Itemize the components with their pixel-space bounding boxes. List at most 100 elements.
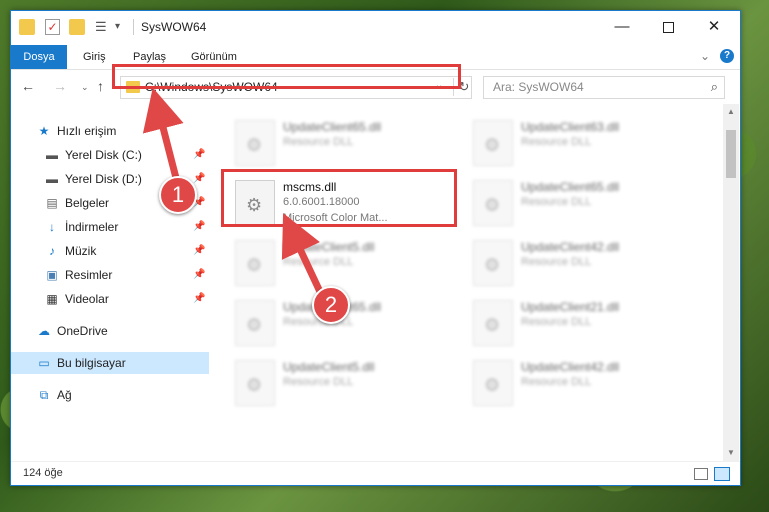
pin-icon[interactable]: 📌: [193, 288, 205, 310]
file-description: Resource DLL: [521, 136, 592, 148]
divider: [133, 19, 134, 35]
search-icon[interactable]: ⌕: [711, 79, 718, 95]
step-badge-2: 2: [312, 286, 350, 324]
file-tile[interactable]: UpdateClient63.dll Resource DLL: [471, 118, 696, 176]
tiles-view-icon[interactable]: [714, 467, 730, 481]
sidebar-item-label: İndirmeler: [65, 220, 119, 234]
sidebar-item-label: Resimler: [65, 268, 113, 282]
recent-locations-button[interactable]: ⌄: [81, 82, 89, 93]
file-description: Resource DLL: [521, 316, 592, 328]
pin-icon[interactable]: 📌: [193, 144, 205, 166]
customize-toolbar-icon[interactable]: ☰: [95, 19, 111, 35]
file-tile[interactable]: UpdateClient5.dll Resource DLL: [233, 358, 458, 416]
pin-icon[interactable]: 📌: [193, 240, 205, 262]
computer-icon: ▭: [38, 356, 50, 370]
drive-icon: ▬: [46, 148, 58, 162]
file-name: UpdateClient5.dll: [283, 240, 375, 254]
file-name: UpdateClient63.dll: [521, 120, 620, 134]
sidebar-item-label: Videolar: [65, 292, 109, 306]
search-box[interactable]: Ara: SysWOW64 ⌕: [483, 76, 725, 99]
dll-file-icon: [473, 180, 513, 226]
step-badge-1: 1: [159, 176, 197, 214]
vertical-scrollbar[interactable]: ▲ ▼: [723, 104, 739, 461]
sidebar-item-local-disk-c[interactable]: ▬ Yerel Disk (C:) 📌: [11, 144, 209, 166]
file-tile[interactable]: UpdateClient5.dll Resource DLL: [233, 238, 458, 296]
download-icon: ↓: [49, 220, 55, 234]
cloud-icon: ☁: [38, 324, 50, 338]
sidebar-item-videos[interactable]: ▦ Videolar 📌: [11, 288, 209, 310]
sidebar-item-this-pc[interactable]: ▭ Bu bilgisayar: [11, 352, 209, 374]
drive-icon: ▬: [46, 172, 58, 186]
scroll-thumb[interactable]: [726, 130, 736, 178]
folder-icon[interactable]: [19, 19, 35, 35]
forward-button[interactable]: →: [53, 78, 67, 94]
star-icon: ★: [38, 124, 50, 138]
documents-icon: ▤: [46, 196, 58, 210]
file-tile[interactable]: UpdateClient42.dll Resource DLL: [471, 238, 696, 296]
file-name: UpdateClient5.dll: [283, 360, 375, 374]
file-tile[interactable]: UpdateClient21.dll Resource DLL: [471, 298, 696, 356]
properties-check-icon[interactable]: ✓: [45, 19, 60, 35]
sidebar-item-label: Belgeler: [65, 196, 110, 210]
sidebar-item-network[interactable]: ⧉ Ağ: [11, 384, 209, 406]
search-input[interactable]: Ara: SysWOW64: [493, 80, 584, 94]
item-count: 124 öğe: [23, 467, 63, 479]
pin-icon[interactable]: 📌: [193, 216, 205, 238]
maximize-button[interactable]: [645, 11, 691, 43]
navigation-pane: ★ Hızlı erişim ▬ Yerel Disk (C:) 📌 ▬ Yer…: [11, 104, 209, 461]
dll-file-icon: [473, 360, 513, 406]
sidebar-item-music[interactable]: ♪ Müzik 📌: [11, 240, 209, 262]
sidebar-item-label: Yerel Disk (D:): [65, 172, 142, 186]
scroll-down-icon[interactable]: ▼: [723, 445, 739, 461]
dll-file-icon: [235, 120, 275, 166]
minimize-button[interactable]: —: [599, 11, 645, 43]
file-tile[interactable]: UpdateClient65.dll Resource DLL: [233, 118, 458, 176]
pictures-icon: ▣: [46, 268, 58, 282]
sidebar-item-label: Ağ: [57, 388, 72, 402]
sidebar-item-label: Bu bilgisayar: [57, 356, 126, 370]
sidebar-item-pictures[interactable]: ▣ Resimler 📌: [11, 264, 209, 286]
dll-file-icon: [473, 240, 513, 286]
sidebar-item-onedrive[interactable]: ☁ OneDrive: [11, 320, 209, 342]
file-description: Resource DLL: [283, 136, 354, 148]
maximize-icon: [662, 21, 674, 33]
video-icon: ▦: [46, 292, 58, 306]
file-name: UpdateClient42.dll: [521, 360, 620, 374]
status-bar: 124 öğe: [11, 461, 740, 486]
sidebar-item-downloads[interactable]: ↓ İndirmeler 📌: [11, 216, 209, 238]
file-tile[interactable]: UpdateClient42.dll Resource DLL: [471, 358, 696, 416]
new-folder-icon[interactable]: [69, 19, 85, 35]
network-icon: ⧉: [39, 388, 49, 402]
up-button[interactable]: ↑: [97, 78, 104, 94]
file-description: Resource DLL: [521, 196, 592, 208]
dll-file-icon: [235, 240, 275, 286]
dll-file-icon: [235, 360, 275, 406]
file-description: Resource DLL: [283, 376, 354, 388]
file-description: Resource DLL: [521, 376, 592, 388]
sidebar-item-label: Müzik: [65, 244, 97, 258]
tab-file[interactable]: Dosya: [11, 45, 67, 69]
file-description: Resource DLL: [283, 256, 354, 268]
dll-file-icon: [473, 300, 513, 346]
file-description: Resource DLL: [521, 256, 592, 268]
help-icon[interactable]: ?: [720, 49, 734, 63]
expand-ribbon-icon[interactable]: ⌄: [700, 49, 710, 63]
back-button[interactable]: ←: [21, 78, 35, 94]
sidebar-item-label: Yerel Disk (C:): [65, 148, 142, 162]
tab-home[interactable]: Giriş: [83, 45, 106, 69]
close-button[interactable]: ✕: [691, 11, 737, 43]
pin-icon[interactable]: 📌: [193, 264, 205, 286]
file-name: UpdateClient21.dll: [521, 300, 620, 314]
sidebar-item-label: Hızlı erişim: [57, 124, 117, 138]
address-highlight-box: [112, 64, 461, 89]
sidebar-item-label: OneDrive: [57, 324, 108, 338]
dll-file-icon: [473, 120, 513, 166]
dll-file-icon: [235, 300, 275, 346]
file-tile[interactable]: UpdateClient65.dll Resource DLL: [471, 178, 696, 236]
file-name: UpdateClient65.dll: [283, 120, 382, 134]
file-highlight-box: [221, 169, 457, 227]
details-view-icon[interactable]: [694, 468, 708, 480]
sidebar-item-quick-access[interactable]: ★ Hızlı erişim: [11, 120, 209, 142]
chevron-down-icon[interactable]: ▾: [115, 19, 131, 35]
scroll-up-icon[interactable]: ▲: [723, 104, 739, 120]
